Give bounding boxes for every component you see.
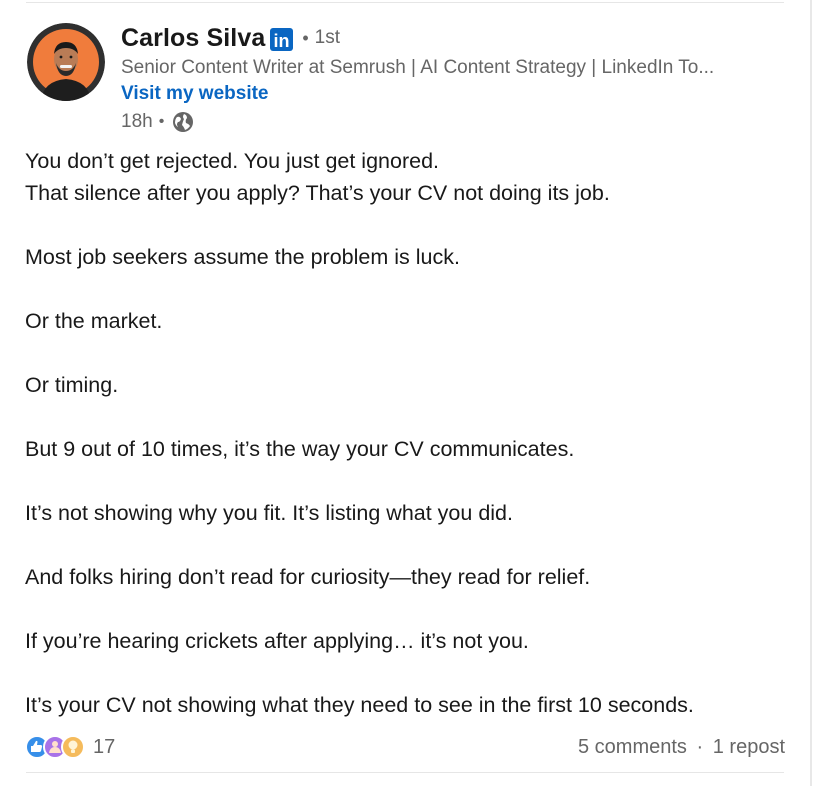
name-separator-dot: • <box>302 27 309 48</box>
reaction-count: 17 <box>93 735 116 758</box>
author-name[interactable]: Carlos Silva <box>121 24 265 53</box>
linkedin-icon: in <box>270 27 294 51</box>
post-meta: 18h • <box>121 108 781 136</box>
bottom-divider <box>26 772 784 773</box>
visit-website-link[interactable]: Visit my website <box>121 81 269 107</box>
reaction-icons <box>25 735 87 759</box>
post-body: You don’t get rejected. You just get ign… <box>25 145 785 721</box>
social-counts-bar: 17 5 comments · 1 repost <box>25 732 785 762</box>
insightful-icon <box>61 735 85 759</box>
name-row: Carlos Silva in • 1st <box>121 22 781 54</box>
right-rail-divider <box>810 0 812 786</box>
post-text-line: That silence after you apply? That’s you… <box>25 181 610 205</box>
post-text-line: It’s not showing why you fit. It’s listi… <box>25 501 513 525</box>
author-headline[interactable]: Senior Content Writer at Semrush | AI Co… <box>121 55 761 81</box>
post-timestamp[interactable]: 18h <box>121 111 153 133</box>
counts-separator: · <box>696 735 704 758</box>
avatar-photo <box>27 23 105 101</box>
meta-separator-dot: • <box>158 113 165 130</box>
post-text-line: It’s your CV not showing what they need … <box>25 693 694 717</box>
feed-post: Carlos Silva in • 1st Senior Content Wri… <box>0 0 810 786</box>
comments-count-link[interactable]: 5 comments <box>578 736 687 758</box>
post-text-line: And folks hiring don’t read for curiosit… <box>25 565 591 589</box>
reactions-summary[interactable]: 17 <box>25 735 115 759</box>
linkedin-badge-text: in <box>274 31 290 51</box>
reposts-count-link[interactable]: 1 repost <box>713 736 785 758</box>
engagement-counts: 5 comments · 1 repost <box>578 736 785 759</box>
post-text-line: If you’re hearing crickets after applyin… <box>25 629 529 653</box>
post-text-line: You don’t get rejected. You just get ign… <box>25 149 440 173</box>
post-text-line: Or the market. <box>25 309 163 333</box>
author-avatar[interactable] <box>27 23 105 101</box>
globe-icon <box>172 111 194 133</box>
post-text-line: But 9 out of 10 times, it’s the way your… <box>25 437 575 461</box>
post-text-line: Or timing. <box>25 373 119 397</box>
top-divider <box>26 2 784 3</box>
connection-degree: 1st <box>314 27 340 48</box>
post-text-line: Most job seekers assume the problem is l… <box>25 245 460 269</box>
post-header: Carlos Silva in • 1st Senior Content Wri… <box>121 22 781 136</box>
